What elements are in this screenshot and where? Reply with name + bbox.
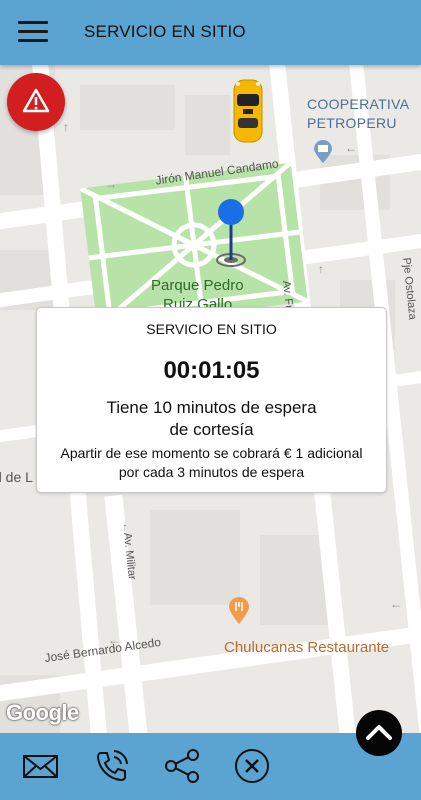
mail-icon — [23, 755, 58, 778]
warning-triangle-icon — [22, 88, 50, 113]
street-label: José Bernardo Alcedo — [43, 634, 162, 666]
map-block — [185, 95, 230, 155]
cancel-service-button[interactable] — [232, 746, 272, 786]
google-attribution: Google — [6, 700, 79, 725]
map-block — [80, 85, 175, 130]
park-label: Parque Pedro — [151, 277, 244, 294]
restaurant-label: Chulucanas Restaurante — [224, 639, 390, 656]
location-pin-icon[interactable] — [213, 198, 249, 270]
service-status-dialog: SERVICIO EN SITIO 00:01:05 Tiene 10 minu… — [36, 307, 387, 493]
street-label: Pje Ostolaza — [400, 257, 419, 321]
phone-icon — [97, 750, 128, 781]
direction-arrow-icon: ← — [345, 141, 357, 155]
scroll-up-button[interactable] — [356, 710, 402, 756]
restaurant-pin-icon[interactable] — [228, 597, 250, 625]
map-block — [150, 510, 240, 605]
wait-timer: 00:01:05 — [163, 357, 260, 384]
extra-charge-note: Apartir de ese momento se cobrará € 1 ad… — [60, 445, 363, 480]
poi-label-cooperativa: COOPERATIVA — [307, 96, 410, 112]
direction-arrow-icon: → — [105, 177, 117, 191]
share-button[interactable] — [162, 746, 202, 786]
chevron-up-icon — [366, 725, 392, 740]
direction-arrow-icon: ↑ — [122, 520, 128, 534]
hamburger-menu-icon[interactable] — [18, 21, 48, 43]
poi-label-cooperativa: PETROPERU — [307, 115, 397, 131]
direction-arrow-icon: ← — [390, 597, 402, 611]
call-button[interactable] — [92, 746, 132, 786]
mail-button[interactable] — [21, 746, 61, 786]
top-app-bar: SERVICIO EN SITIO — [0, 0, 421, 65]
gas-station-pin-icon[interactable] — [313, 140, 333, 164]
taxi-car-icon — [232, 78, 264, 144]
dialog-title: SERVICIO EN SITIO — [146, 321, 277, 337]
page-title: SERVICIO EN SITIO — [84, 22, 246, 41]
street-label: d de L — [0, 469, 33, 485]
cancel-circle-icon — [235, 749, 269, 783]
share-icon — [165, 749, 199, 783]
emergency-alert-button[interactable] — [7, 73, 65, 131]
courtesy-wait-message: Tiene 10 minutos de espera de cortesía — [106, 398, 317, 439]
direction-arrow-icon: ← — [108, 633, 120, 647]
road — [0, 622, 421, 704]
direction-arrow-icon: ↑ — [318, 262, 324, 276]
